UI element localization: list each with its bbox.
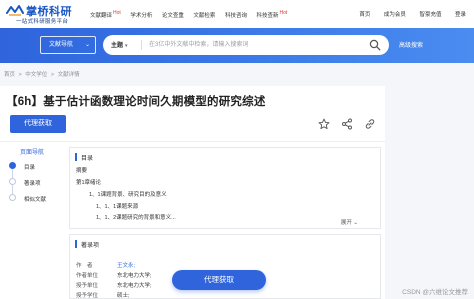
star-icon[interactable] bbox=[318, 118, 330, 130]
breadcrumb-separator: > bbox=[18, 72, 22, 78]
field-value: 东北电力大学; bbox=[117, 273, 152, 279]
toc-entry[interactable]: 摘要 bbox=[76, 166, 87, 174]
membership-link[interactable]: 成为会员 bbox=[384, 12, 406, 18]
share-icon[interactable] bbox=[341, 118, 353, 130]
paper-detail-card: 【6h】基于估计函数理论时间久期模型的研究综述 代理获取 页面导航 目录 著录项… bbox=[0, 86, 385, 299]
subject-label: 主题 bbox=[111, 43, 124, 49]
recharge-link[interactable]: 智豪充值 bbox=[419, 12, 441, 18]
page-nav-dot-active[interactable] bbox=[9, 162, 16, 169]
search-box: 主题 ▾ bbox=[103, 35, 389, 55]
nav-item-translation[interactable]: 文献翻译Hot bbox=[90, 10, 121, 19]
chevron-down-icon: ⌄ bbox=[353, 220, 358, 226]
breadcrumb-current: 文献详情 bbox=[57, 72, 80, 78]
link-icon[interactable] bbox=[364, 118, 376, 130]
floating-proxy-fetch-button[interactable]: 代理获取 bbox=[172, 270, 266, 290]
logo-mark-icon bbox=[6, 5, 24, 16]
toc-section: 目录 摘要 第1章绪论 1、1课题背景、研究目的及意义 1、1、1课题来源 1、… bbox=[69, 147, 381, 229]
site-logo[interactable]: 掌桥科研 一站式科研服务平台 bbox=[6, 2, 84, 26]
doc-nav-button[interactable]: 文献导航 ⌄ bbox=[40, 36, 96, 54]
logo-subtitle: 一站式科研服务平台 bbox=[16, 19, 69, 25]
toc-entry[interactable]: 1、1、1课题来源 bbox=[96, 202, 138, 210]
user-links: 首页 成为会员 智豪充值 登录 bbox=[347, 10, 466, 18]
breadcrumb: 首页 > 中文学位 > 文献详情 bbox=[4, 70, 82, 78]
section-accent-bar bbox=[75, 240, 77, 248]
search-icon[interactable] bbox=[369, 39, 381, 51]
section-accent-bar bbox=[75, 153, 77, 161]
nav-item-consulting[interactable]: 科技咨询 bbox=[225, 13, 247, 19]
proxy-fetch-button[interactable]: 代理获取 bbox=[10, 115, 66, 133]
page-nav-item-similar[interactable]: 相似文献 bbox=[24, 195, 46, 203]
hot-badge: Hot bbox=[113, 10, 121, 16]
expand-label: 展开 bbox=[340, 220, 352, 226]
nav-item-literature-search[interactable]: 文献检索 bbox=[193, 13, 215, 19]
paper-title: 【6h】基于估计函数理论时间久期模型的研究综述 bbox=[6, 96, 266, 108]
home-link[interactable]: 首页 bbox=[359, 12, 370, 18]
author-link[interactable]: 王文永; bbox=[117, 261, 135, 269]
hot-badge: Hot bbox=[279, 10, 288, 16]
field-label: 授予单位 bbox=[76, 283, 99, 289]
field-value: 东北电力大学; bbox=[117, 283, 152, 289]
nav-item-novelty-search[interactable]: 科技查新Hot bbox=[257, 10, 288, 19]
login-link[interactable]: 登录 bbox=[455, 12, 466, 18]
breadcrumb-degree[interactable]: 中文学位 bbox=[25, 72, 47, 78]
top-navbar: 掌桥科研 一站式科研服务平台 文献翻译Hot 学术分析 论文查重 文献检索 科技… bbox=[0, 0, 474, 28]
chevron-down-icon: ⌄ bbox=[84, 42, 90, 48]
page-nav-dot[interactable] bbox=[9, 194, 16, 201]
nav-item-analysis[interactable]: 学术分析 bbox=[130, 13, 152, 19]
page-nav-title: 页面导航 bbox=[20, 150, 45, 156]
page-nav-item-toc[interactable]: 目录 bbox=[24, 163, 35, 171]
field-label: 作者单位 bbox=[76, 273, 99, 279]
nav-item-plagiarism-check[interactable]: 论文查重 bbox=[162, 13, 184, 19]
toc-entry[interactable]: 1、1课题背景、研究目的及意义 bbox=[89, 190, 167, 198]
toc-entry[interactable]: 第1章绪论 bbox=[76, 178, 101, 186]
main-nav: 文献翻译Hot 学术分析 论文查重 文献检索 科技咨询 科技查新Hot bbox=[90, 10, 295, 19]
toc-title: 目录 bbox=[81, 156, 94, 162]
watermark: CSDN @六维论文推荐 bbox=[402, 289, 468, 296]
field-value: 硕士; bbox=[117, 293, 130, 299]
field-label: 授予学位 bbox=[76, 293, 99, 299]
header-divider bbox=[0, 141, 385, 142]
advanced-search-link[interactable]: 高级搜索 bbox=[399, 40, 423, 49]
breadcrumb-separator: > bbox=[50, 72, 55, 78]
search-separator bbox=[141, 40, 142, 50]
field-label: 作 者 bbox=[76, 263, 93, 269]
toc-entry[interactable]: 1、1、2课题研究的背景和意义... bbox=[96, 213, 176, 221]
caret-down-icon: ▾ bbox=[125, 43, 128, 49]
breadcrumb-home[interactable]: 首页 bbox=[4, 72, 15, 78]
page-nav-item-records[interactable]: 著录项 bbox=[24, 179, 41, 187]
search-input[interactable] bbox=[149, 37, 359, 53]
page-nav-dot[interactable] bbox=[9, 178, 16, 185]
toc-expand-toggle[interactable]: 展开 ⌄ bbox=[341, 218, 358, 226]
search-banner: 文献导航 ⌄ 主题▾ 高级搜索 bbox=[0, 28, 474, 63]
records-title: 著录项 bbox=[81, 243, 100, 249]
subject-select[interactable]: 主题 ▾ bbox=[111, 40, 128, 49]
doc-nav-label: 文献导航 bbox=[49, 42, 74, 48]
